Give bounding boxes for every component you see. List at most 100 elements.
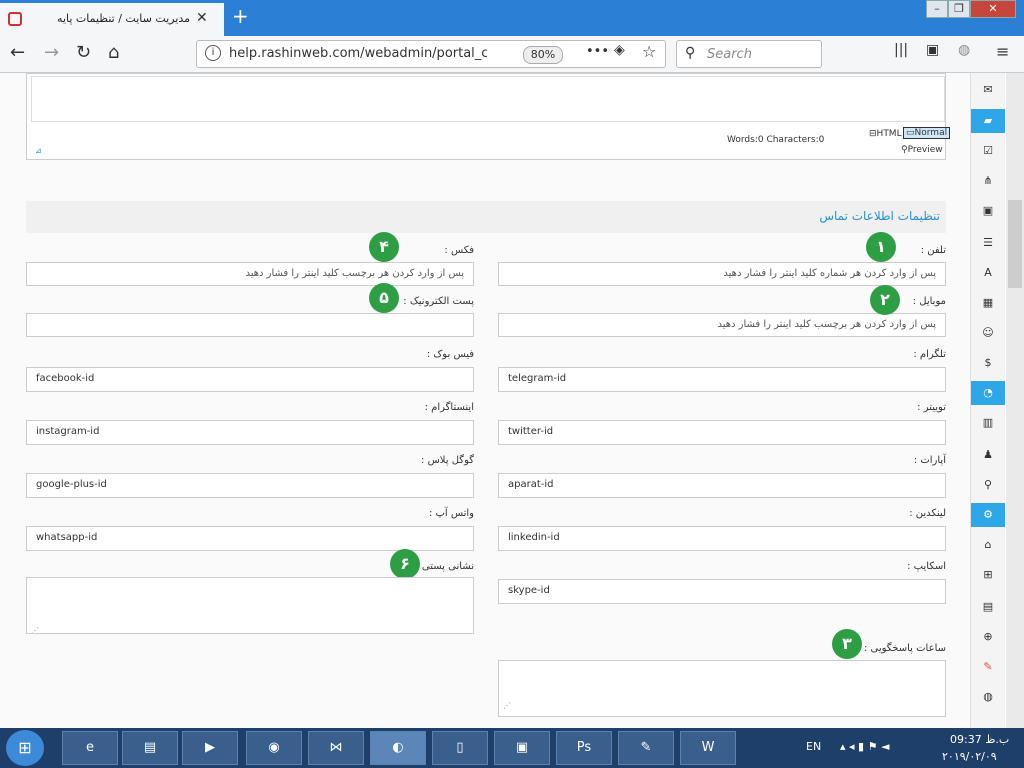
media-player-icon[interactable]: ▶: [182, 731, 238, 765]
gear-icon[interactable]: ⚙: [971, 503, 1005, 527]
telegram-input[interactable]: telegram-id: [498, 367, 946, 392]
folder-icon[interactable]: ▰: [971, 109, 1005, 133]
resize-handle-icon[interactable]: ⋰: [503, 695, 511, 716]
globe-icon[interactable]: ◍: [958, 42, 970, 58]
sitemap-icon[interactable]: ⋔: [971, 169, 1005, 193]
clock-date[interactable]: ۲۰۱۹/۰۲/۰۹: [942, 750, 997, 763]
whatsapp-input[interactable]: whatsapp-id: [26, 526, 474, 551]
file-icon[interactable]: ▤: [971, 595, 1005, 619]
preview-button[interactable]: ⚲Preview: [901, 145, 943, 155]
sidebar-icon[interactable]: ▣: [926, 42, 939, 58]
fax-label: فکس :: [444, 245, 474, 256]
lock-icon[interactable]: ▣: [971, 199, 1005, 223]
mobile-label: موبایل :: [912, 296, 946, 307]
pie-chart-icon[interactable]: ◔: [971, 381, 1005, 405]
library-icon[interactable]: |||: [894, 42, 908, 58]
bookmark-star-icon[interactable]: ☆: [642, 42, 656, 61]
close-tab-icon[interactable]: ✕: [196, 10, 208, 26]
address-label: نشانی پستی :: [415, 561, 474, 572]
badge-5: ۵: [369, 283, 399, 313]
ie-icon[interactable]: e: [62, 731, 118, 765]
wrench-icon[interactable]: ✎: [971, 655, 1005, 679]
facebook-input[interactable]: facebook-id: [26, 367, 474, 392]
tray-icons[interactable]: ▴ ◂ ▮ ⚑ ◄: [840, 740, 889, 753]
language-indicator[interactable]: EN: [806, 740, 821, 753]
browser-tab[interactable]: مدیریت سایت / تنظیمات پایه ✕: [0, 3, 224, 36]
whatsapp-label: واتس آپ :: [428, 508, 474, 519]
box-app-icon[interactable]: ▣: [494, 731, 550, 765]
zoom-level[interactable]: 80%: [523, 46, 563, 64]
mobile-input[interactable]: پس از وارد کردن هر برچسب کلید اینتر را ف…: [498, 313, 946, 337]
resize-handle-icon[interactable]: ⊿: [35, 146, 42, 155]
search-icon[interactable]: ⚲: [971, 473, 1005, 497]
clock-time[interactable]: 09:37 ب.ظ: [950, 733, 1009, 746]
scrollbar-thumb[interactable]: [1008, 200, 1022, 288]
resize-handle-icon[interactable]: ⋰: [31, 620, 39, 633]
windows-icon[interactable]: ⊞: [971, 563, 1005, 587]
text-editor[interactable]: ⊟HTML ▭Normal Words:0 Characters:0 ⚲Prev…: [26, 73, 951, 160]
dollar-icon[interactable]: $: [971, 351, 1005, 375]
fax-input[interactable]: پس از وارد کردن هر برچسب کلید اینتر را ف…: [26, 262, 474, 286]
checkbox-icon[interactable]: ☑: [971, 139, 1005, 163]
aparat-label: آپارات :: [913, 455, 946, 466]
globe-icon[interactable]: ◍: [971, 685, 1005, 709]
skype-input[interactable]: skype-id: [498, 579, 946, 604]
start-button[interactable]: ⊞: [6, 730, 44, 766]
bar-chart-icon[interactable]: ▥: [971, 411, 1005, 435]
forward-arrow-icon[interactable]: →: [44, 42, 59, 63]
phone-input[interactable]: پس از وارد کردن هر شماره کلید اینتر را ف…: [498, 262, 946, 286]
word-icon[interactable]: W: [680, 731, 736, 765]
photoshop-icon[interactable]: Ps: [556, 731, 612, 765]
tab-title: مدیریت سایت / تنظیمات پایه: [57, 12, 190, 25]
editor-area[interactable]: [31, 76, 945, 122]
zoom-in-icon[interactable]: ⊕: [971, 625, 1005, 649]
user-icon[interactable]: ♟: [971, 443, 1005, 467]
url-text: help.rashinweb.com/webadmin/portal_con: [229, 46, 487, 61]
email-label: پست الکترونیک :: [403, 296, 474, 307]
new-tab-icon[interactable]: +: [232, 4, 249, 28]
badge-1: ١: [866, 232, 896, 262]
visual-studio-icon[interactable]: ⋈: [308, 731, 364, 765]
back-arrow-icon[interactable]: ←: [10, 42, 25, 63]
instagram-input[interactable]: instagram-id: [26, 420, 474, 445]
badge-4: ۴: [369, 232, 399, 262]
pocket-icon[interactable]: ◈: [614, 42, 625, 58]
restore-window-button[interactable]: ❐: [948, 0, 970, 18]
googleplus-label: گوگل پلاس :: [421, 455, 474, 466]
chrome-icon[interactable]: ◉: [246, 731, 302, 765]
normal-mode-button[interactable]: ▭Normal: [903, 127, 951, 139]
firefox-icon[interactable]: ◐: [370, 731, 426, 765]
tags-icon[interactable]: ⌂: [971, 533, 1005, 557]
search-box[interactable]: ⚲ Search: [676, 40, 822, 68]
editor-app-icon[interactable]: ✎: [618, 731, 674, 765]
users-icon[interactable]: ☺: [971, 321, 1005, 345]
font-icon[interactable]: A: [971, 261, 1005, 285]
menu-icon[interactable]: ≡: [996, 42, 1009, 61]
hours-label: ساعات پاسخگویی :: [863, 643, 946, 654]
linkedin-label: لینکدین :: [909, 508, 946, 519]
aparat-input[interactable]: aparat-id: [498, 473, 946, 498]
reload-icon[interactable]: ↻: [76, 42, 91, 63]
calendar-icon[interactable]: ▦: [971, 291, 1005, 315]
twitter-label: توییتر :: [917, 402, 946, 413]
instagram-label: اینستاگرام :: [424, 402, 474, 413]
googleplus-input[interactable]: google-plus-id: [26, 473, 474, 498]
twitter-input[interactable]: twitter-id: [498, 420, 946, 445]
email-input[interactable]: [26, 313, 474, 337]
home-icon[interactable]: ⌂: [108, 42, 119, 63]
minimize-window-button[interactable]: –: [926, 0, 948, 18]
close-window-button[interactable]: ✕: [970, 0, 1016, 18]
site-favicon-icon: [8, 12, 22, 26]
html-mode-button[interactable]: ⊟HTML: [869, 129, 902, 139]
page-actions-icon[interactable]: •••: [586, 44, 609, 59]
hours-textarea[interactable]: ⋰: [498, 660, 946, 717]
notepad-icon[interactable]: ▯: [432, 731, 488, 765]
linkedin-input[interactable]: linkedin-id: [498, 526, 946, 551]
site-info-icon[interactable]: i: [205, 45, 221, 61]
mail-icon[interactable]: ✉: [971, 78, 1005, 102]
explorer-icon[interactable]: ▤: [122, 731, 178, 765]
address-textarea[interactable]: ⋰: [26, 577, 474, 634]
list-icon[interactable]: ☰: [971, 231, 1005, 255]
skype-label: اسکایپ :: [907, 561, 946, 572]
scrollbar[interactable]: [1006, 73, 1024, 728]
